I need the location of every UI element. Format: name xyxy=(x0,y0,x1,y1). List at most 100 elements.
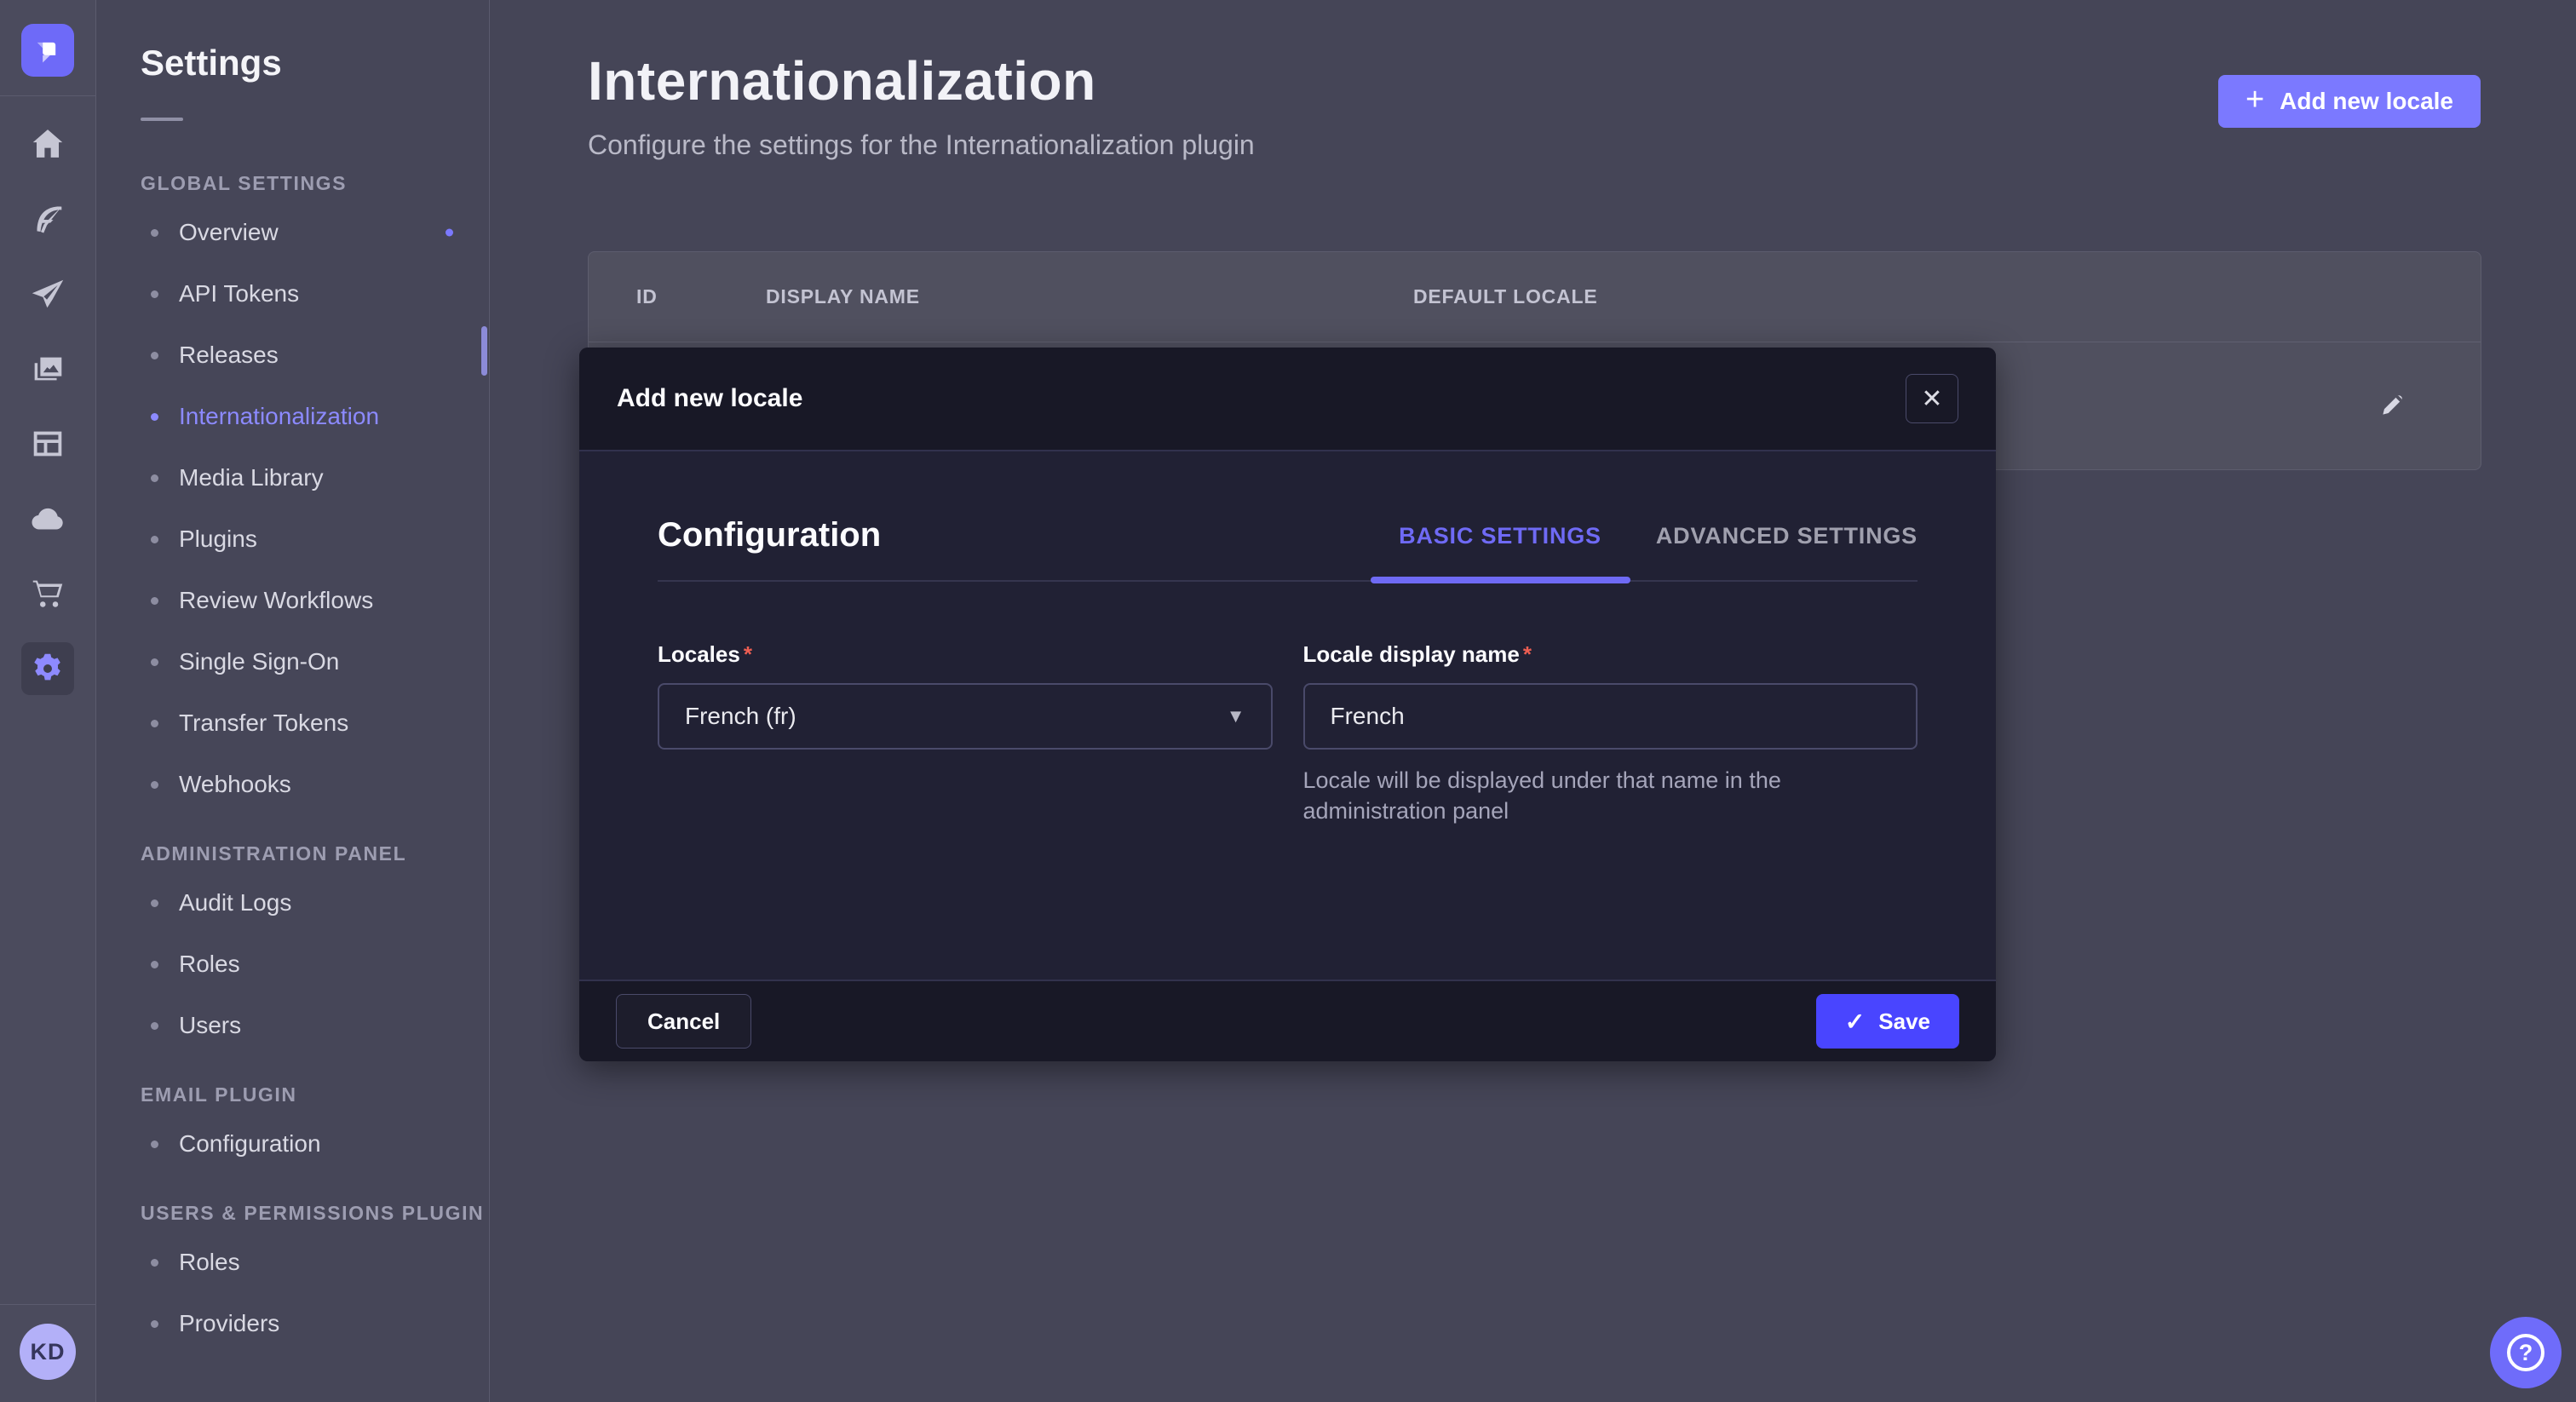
close-button[interactable]: ✕ xyxy=(1906,374,1958,423)
sidebar-item-webhooks[interactable]: Webhooks xyxy=(96,754,489,815)
bullet-icon xyxy=(151,229,158,237)
subnav-section-email-plugin: EMAIL PLUGIN Configuration xyxy=(96,1083,489,1175)
bullet-icon xyxy=(151,474,158,482)
sidebar-item-single-sign-on[interactable]: Single Sign-On xyxy=(96,631,489,692)
sidebar-item-admin-roles[interactable]: Roles xyxy=(96,934,489,995)
sidebar-item-internationalization[interactable]: Internationalization xyxy=(96,386,489,447)
bullet-icon xyxy=(151,352,158,359)
display-name-helper-text: Locale will be displayed under that name… xyxy=(1303,765,1918,826)
subnav-section-global-settings: GLOBAL SETTINGS Overview API Tokens Rele… xyxy=(96,172,489,815)
sidebar-item-plugins[interactable]: Plugins xyxy=(96,509,489,570)
save-button-label: Save xyxy=(1878,1008,1930,1035)
subnav-section-header: ADMINISTRATION PANEL xyxy=(141,842,489,865)
rail-releases-button[interactable] xyxy=(10,256,85,331)
subnav-section-header: GLOBAL SETTINGS xyxy=(141,172,489,195)
sidebar-item-up-providers[interactable]: Providers xyxy=(96,1293,489,1354)
tab-basic-settings[interactable]: BASIC SETTINGS xyxy=(1399,523,1601,554)
locales-select-value: French (fr) xyxy=(685,703,796,730)
home-icon xyxy=(28,124,67,164)
sidebar-item-up-roles[interactable]: Roles xyxy=(96,1232,489,1293)
images-icon xyxy=(28,349,67,388)
rail-divider xyxy=(0,95,96,96)
bullet-icon xyxy=(151,658,158,666)
page-title: Internationalization xyxy=(588,49,2481,112)
modal-body: Configuration BASIC SETTINGS ADVANCED SE… xyxy=(579,516,1996,826)
sidebar-item-transfer-tokens[interactable]: Transfer Tokens xyxy=(96,692,489,754)
rail-settings-button[interactable] xyxy=(10,631,85,706)
paper-plane-icon xyxy=(28,274,67,313)
rail-bottom-divider xyxy=(0,1304,96,1305)
page-header: Internationalization Configure the setti… xyxy=(491,0,2576,161)
required-asterisk: * xyxy=(1523,641,1532,667)
bullet-icon xyxy=(151,1320,158,1328)
bullet-icon xyxy=(151,290,158,298)
cloud-icon xyxy=(28,499,67,538)
sidebar-item-audit-logs[interactable]: Audit Logs xyxy=(96,872,489,934)
add-new-locale-label: Add new locale xyxy=(2280,88,2453,115)
rail-marketplace-button[interactable] xyxy=(10,556,85,631)
sidebar-item-email-configuration[interactable]: Configuration xyxy=(96,1113,489,1175)
rail-content-manager-button[interactable] xyxy=(10,406,85,481)
check-icon: ✓ xyxy=(1845,1008,1865,1036)
sidebar-item-admin-users[interactable]: Users xyxy=(96,995,489,1056)
bullet-icon xyxy=(151,961,158,968)
bullet-icon xyxy=(151,899,158,907)
add-new-locale-button[interactable]: + Add new locale xyxy=(2218,75,2481,128)
rail-cloud-button[interactable] xyxy=(10,481,85,556)
bullet-icon xyxy=(151,720,158,727)
subnav-section-header: EMAIL PLUGIN xyxy=(141,1083,489,1106)
subnav-title: Settings xyxy=(141,43,489,83)
pencil-icon xyxy=(2378,390,2407,419)
layout-icon xyxy=(28,424,67,463)
modal-header: Add new locale ✕ xyxy=(579,348,1996,451)
required-asterisk: * xyxy=(744,641,752,667)
display-name-field: Locale display name* Locale will be disp… xyxy=(1303,641,1918,826)
subnav-scrollbar-thumb[interactable] xyxy=(481,326,487,376)
page-subtitle: Configure the settings for the Internati… xyxy=(588,129,2481,161)
column-header-display-name: DISPLAY NAME xyxy=(766,285,1413,308)
subnav-title-divider xyxy=(141,118,183,121)
configuration-section-header: Configuration BASIC SETTINGS ADVANCED SE… xyxy=(658,516,1918,582)
column-header-id: ID xyxy=(636,285,766,308)
main-nav-rail: KD xyxy=(0,0,96,1402)
sidebar-item-media-library[interactable]: Media Library xyxy=(96,447,489,509)
add-locale-modal: Add new locale ✕ Configuration BASIC SET… xyxy=(579,348,1996,1061)
locales-field: Locales* French (fr) ▼ xyxy=(658,641,1273,826)
locales-select[interactable]: French (fr) ▼ xyxy=(658,683,1273,750)
avatar[interactable]: KD xyxy=(20,1324,76,1380)
rail-media-library-button[interactable] xyxy=(10,331,85,406)
column-header-default-locale: DEFAULT LOCALE xyxy=(1413,285,2433,308)
cart-icon xyxy=(28,574,67,613)
settings-active-pill xyxy=(21,642,74,695)
settings-subnav: Settings GLOBAL SETTINGS Overview API To… xyxy=(96,0,490,1402)
subnav-section-administration-panel: ADMINISTRATION PANEL Audit Logs Roles Us… xyxy=(96,842,489,1056)
main-content: Internationalization Configure the setti… xyxy=(491,0,2576,1402)
modal-title: Add new locale xyxy=(617,384,802,413)
sidebar-item-releases[interactable]: Releases xyxy=(96,325,489,386)
gear-icon xyxy=(28,649,67,688)
cancel-button[interactable]: Cancel xyxy=(616,994,751,1049)
edit-locale-button[interactable] xyxy=(2361,373,2424,439)
bullet-icon xyxy=(151,1022,158,1030)
question-mark-icon: ? xyxy=(2507,1334,2544,1371)
subnav-section-header: USERS & PERMISSIONS PLUGIN xyxy=(141,1202,489,1225)
rail-home-button[interactable] xyxy=(10,106,85,181)
modal-footer: Cancel ✓ Save xyxy=(579,980,1996,1061)
sidebar-item-overview[interactable]: Overview xyxy=(96,202,489,263)
subnav-section-users-permissions-plugin: USERS & PERMISSIONS PLUGIN Roles Provide… xyxy=(96,1202,489,1354)
locales-table-header: ID DISPLAY NAME DEFAULT LOCALE xyxy=(589,252,2481,342)
tab-advanced-settings[interactable]: ADVANCED SETTINGS xyxy=(1656,523,1918,554)
bullet-icon xyxy=(151,597,158,605)
settings-tabs: BASIC SETTINGS ADVANCED SETTINGS xyxy=(1399,523,1918,554)
locales-label: Locales* xyxy=(658,641,1273,668)
save-button[interactable]: ✓ Save xyxy=(1816,994,1959,1049)
configuration-title: Configuration xyxy=(658,516,881,554)
feather-icon xyxy=(28,199,67,238)
sidebar-item-review-workflows[interactable]: Review Workflows xyxy=(96,570,489,631)
rail-content-builder-button[interactable] xyxy=(10,181,85,256)
display-name-input[interactable] xyxy=(1303,683,1918,750)
help-button[interactable]: ? xyxy=(2490,1317,2562,1388)
bullet-icon xyxy=(151,1259,158,1267)
strapi-logo[interactable] xyxy=(21,24,74,77)
sidebar-item-api-tokens[interactable]: API Tokens xyxy=(96,263,489,325)
